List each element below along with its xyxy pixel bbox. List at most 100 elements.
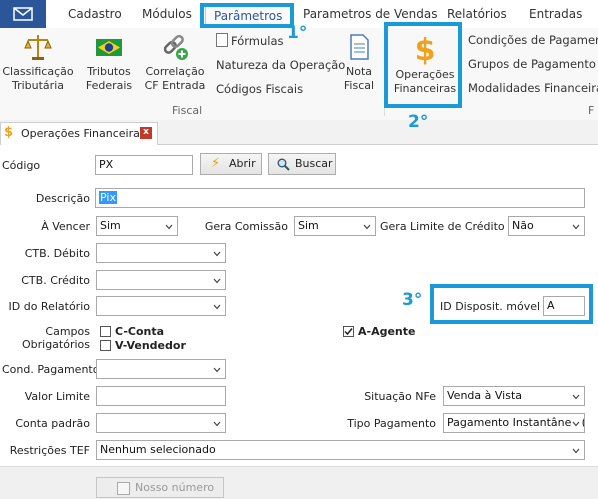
restricoes-tef-value: Nenhum selecionado bbox=[100, 443, 216, 456]
id-relatorio-label: ID do Relatório bbox=[8, 300, 91, 313]
conta-padrao-select[interactable] bbox=[96, 413, 226, 433]
chain-link-add-icon bbox=[163, 34, 188, 60]
ctb-credito-label: CTB. Crédito bbox=[21, 274, 90, 287]
nota-label: Nota bbox=[345, 65, 372, 78]
descricao-value: Pix bbox=[99, 191, 117, 204]
chevron-down-icon bbox=[165, 224, 173, 230]
modalidades-financeira-button[interactable]: Modalidades Financeira bbox=[468, 81, 598, 95]
situacao-nfe-label: Situação NFe bbox=[364, 390, 436, 403]
gera-comissao-label: Gera Comissão bbox=[204, 220, 288, 233]
situacao-nfe-value: Venda à Vista bbox=[447, 389, 522, 402]
annotation-box-1 bbox=[200, 3, 294, 28]
tributos-federais-button[interactable]: Tributos Federais bbox=[80, 32, 138, 93]
ctb-credito-select[interactable] bbox=[96, 270, 226, 290]
checkmark-icon bbox=[344, 328, 353, 336]
chevron-down-icon bbox=[572, 394, 580, 400]
valor-limite-label: Valor Limite bbox=[24, 390, 90, 403]
a-agente-checkbox[interactable] bbox=[343, 326, 354, 337]
valor-limite-input[interactable] bbox=[96, 386, 226, 406]
situacao-nfe-select[interactable]: Venda à Vista bbox=[443, 386, 585, 406]
a-vencer-label: À Vencer bbox=[41, 220, 90, 233]
natureza-operacao-button[interactable]: Natureza da Operação bbox=[216, 58, 345, 72]
buscar-label: Buscar bbox=[295, 157, 333, 170]
group-financeiro-label: F bbox=[588, 104, 595, 117]
tab-operacoes-financeiras[interactable]: $ Operações Financeiras x bbox=[0, 122, 158, 145]
tipo-pagamento-label: Tipo Pagamento bbox=[347, 417, 436, 430]
cf-entrada-label: CF Entrada bbox=[144, 79, 206, 92]
correlacao-cf-entrada-button[interactable]: Correlação CF Entrada bbox=[142, 32, 208, 93]
chevron-down-icon bbox=[572, 420, 580, 428]
restricoes-tef-select[interactable]: Nenhum selecionado bbox=[96, 440, 585, 460]
gera-limite-credito-label: Gera Limite de Crédito bbox=[380, 220, 505, 233]
tab-title: Operações Financeiras bbox=[21, 127, 146, 140]
mail-icon bbox=[13, 7, 33, 21]
tributaria-label: Tributária bbox=[11, 79, 64, 92]
classificacao-label: Classificação bbox=[2, 65, 74, 78]
cond-pagamento-label: Cond. Pagamento bbox=[2, 363, 100, 376]
correlacao-label: Correlação bbox=[145, 65, 205, 78]
scales-icon bbox=[24, 35, 52, 60]
v-vendedor-checkbox[interactable] bbox=[100, 340, 111, 351]
menu-entradas[interactable]: Entradas bbox=[529, 7, 582, 21]
gera-limite-credito-select[interactable]: Não bbox=[508, 216, 585, 236]
annotation-number-1: 1° bbox=[287, 23, 308, 43]
id-relatorio-select[interactable] bbox=[96, 296, 226, 316]
codigo-input[interactable]: PX bbox=[95, 155, 193, 175]
nota-fiscal-button[interactable]: Nota Fiscal bbox=[340, 32, 378, 93]
codigo-label: Código bbox=[2, 159, 41, 172]
ctb-debito-select[interactable] bbox=[96, 243, 226, 263]
annotation-number-3: 3° bbox=[402, 290, 423, 310]
buscar-button[interactable]: Buscar bbox=[268, 153, 336, 175]
formulas-button[interactable]: Fórmulas bbox=[216, 33, 284, 48]
cond-pagamento-select[interactable] bbox=[96, 359, 226, 379]
menu-modulos[interactable]: Módulos bbox=[142, 7, 192, 21]
tab-close-button[interactable]: x bbox=[140, 127, 152, 139]
group-fiscal-label: Fiscal bbox=[172, 104, 203, 117]
bottom-panel bbox=[0, 466, 598, 499]
magnifier-icon bbox=[277, 158, 290, 171]
ctb-debito-label: CTB. Débito bbox=[24, 247, 90, 260]
grupos-pagamento-button[interactable]: Grupos de Pagamento bbox=[468, 57, 596, 71]
formulas-icon bbox=[216, 33, 228, 47]
chevron-down-icon bbox=[213, 304, 221, 310]
chevron-down-icon bbox=[572, 224, 580, 230]
menu-relatorios[interactable]: Relatórios bbox=[447, 7, 507, 21]
a-agente-label: A-Agente bbox=[358, 325, 416, 338]
condicoes-pagamento-button[interactable]: Condições de Pagamento bbox=[468, 33, 598, 47]
classificacao-tributaria-button[interactable]: Classificação Tributária bbox=[2, 32, 74, 93]
abrir-label: Abrir bbox=[229, 157, 256, 170]
obrigatorios-label: Obrigatórios bbox=[21, 338, 90, 351]
calculator-icon bbox=[117, 482, 130, 495]
campos-label: Campos bbox=[45, 325, 90, 338]
dollar-icon: $ bbox=[4, 125, 14, 140]
chevron-down-icon bbox=[213, 367, 221, 373]
abrir-button[interactable]: ⚡ Abrir bbox=[200, 153, 262, 175]
codigos-fiscais-button[interactable]: Códigos Fiscais bbox=[216, 82, 303, 96]
a-vencer-value: Sim bbox=[100, 219, 121, 232]
v-vendedor-label: V-Vendedor bbox=[115, 339, 186, 352]
nosso-numero-label: Nosso número bbox=[135, 481, 215, 494]
tributos-label: Tributos bbox=[87, 65, 131, 78]
chevron-down-icon bbox=[213, 251, 221, 257]
a-vencer-select[interactable]: Sim bbox=[96, 216, 178, 236]
chevron-down-icon bbox=[213, 278, 221, 284]
app-menu-button[interactable] bbox=[0, 0, 46, 28]
gera-comissao-value: Sim bbox=[298, 219, 319, 232]
nosso-numero-button[interactable]: Nosso número bbox=[96, 477, 224, 498]
annotation-box-2 bbox=[384, 22, 462, 108]
tipo-pagamento-select[interactable]: Pagamento Instantâneo ( bbox=[443, 413, 585, 433]
c-conta-checkbox[interactable] bbox=[100, 326, 111, 337]
conta-padrao-label: Conta padrão bbox=[15, 417, 90, 430]
annotation-box-3 bbox=[430, 284, 593, 324]
descricao-input[interactable]: Pix bbox=[95, 188, 585, 208]
menu-parametros-de-vendas[interactable]: Parametros de Vendas bbox=[303, 7, 438, 21]
brazil-flag-icon bbox=[96, 39, 122, 56]
federais-label: Federais bbox=[85, 79, 133, 92]
chevron-down-icon bbox=[572, 448, 580, 454]
gera-comissao-select[interactable]: Sim bbox=[294, 216, 376, 236]
chevron-down-icon bbox=[363, 224, 371, 230]
annotation-number-2: 2° bbox=[408, 112, 429, 132]
lightning-icon: ⚡ bbox=[211, 156, 221, 171]
gera-limite-credito-value: Não bbox=[512, 219, 534, 232]
menu-cadastro[interactable]: Cadastro bbox=[68, 7, 122, 21]
